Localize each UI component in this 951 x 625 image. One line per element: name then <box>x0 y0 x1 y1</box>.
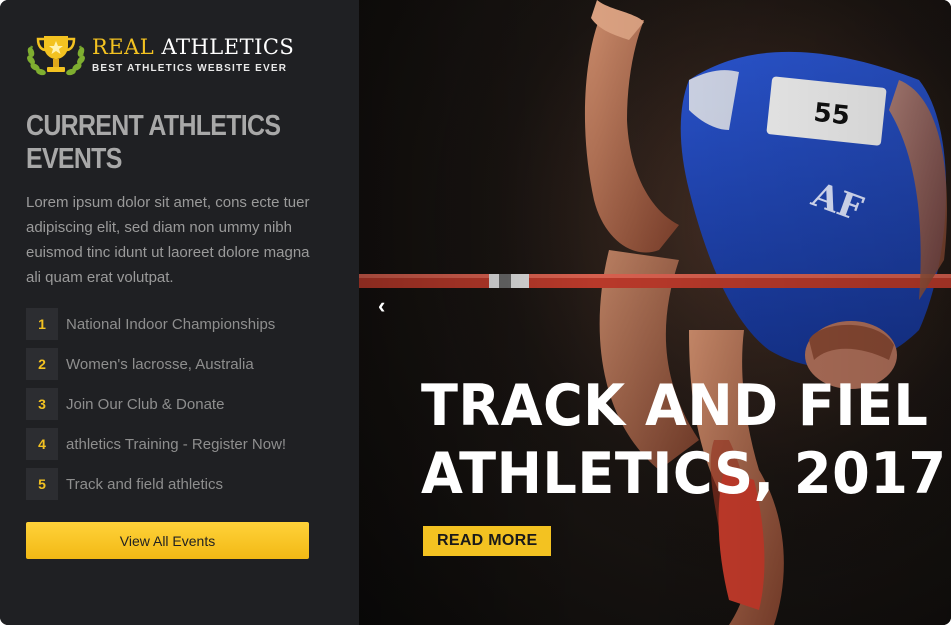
bib-number: 55 <box>812 98 851 132</box>
event-label[interactable]: Women's lacrosse, Australia <box>66 356 254 373</box>
event-number: 3 <box>26 388 58 420</box>
event-item-3[interactable]: 3 Join Our Club & Donate <box>26 388 333 420</box>
site-logo[interactable]: REAL ATHLETICS BEST ATHLETICS WEBSITE EV… <box>26 32 333 78</box>
site-title-part2: ATHLETICS <box>161 35 295 59</box>
event-number: 2 <box>26 348 58 380</box>
event-label[interactable]: Join Our Club & Donate <box>66 396 224 413</box>
page-frame: REAL ATHLETICS BEST ATHLETICS WEBSITE EV… <box>0 0 951 625</box>
event-number: 5 <box>26 468 58 500</box>
hero-title: TRACK AND FIEL ATHLETICS, 2017 <box>421 372 947 508</box>
event-item-4[interactable]: 4 athletics Training - Register Now! <box>26 428 333 460</box>
hero-title-line2: ATHLETICS, 2017 <box>421 441 947 507</box>
event-label[interactable]: Track and field athletics <box>66 476 223 493</box>
read-more-button[interactable]: READ MORE <box>423 526 552 556</box>
events-heading: CURRENT ATHLETICS EVENTS <box>26 110 281 175</box>
hero-title-line1: TRACK AND FIEL <box>421 373 929 439</box>
event-list: 1 National Indoor Championships 2 Women'… <box>26 308 333 500</box>
logo-text: REAL ATHLETICS BEST ATHLETICS WEBSITE EV… <box>92 35 294 74</box>
sidebar: REAL ATHLETICS BEST ATHLETICS WEBSITE EV… <box>0 0 359 625</box>
site-title: REAL ATHLETICS <box>92 35 294 59</box>
event-item-1[interactable]: 1 National Indoor Championships <box>26 308 333 340</box>
event-item-5[interactable]: 5 Track and field athletics <box>26 468 333 500</box>
hero-slider: 55 AF ‹ TRACK AND FIEL ATHLETICS, 2017 R… <box>359 0 951 625</box>
view-all-events-button[interactable]: View All Events <box>26 522 309 559</box>
event-item-2[interactable]: 2 Women's lacrosse, Australia <box>26 348 333 380</box>
site-title-part1: REAL <box>92 35 155 59</box>
event-number: 1 <box>26 308 58 340</box>
events-description: Lorem ipsum dolor sit amet, cons ecte tu… <box>26 194 310 286</box>
event-label[interactable]: athletics Training - Register Now! <box>66 436 286 453</box>
event-label[interactable]: National Indoor Championships <box>66 316 275 333</box>
trophy-icon <box>27 36 85 76</box>
site-tagline: BEST ATHLETICS WEBSITE EVER <box>92 63 288 74</box>
prev-slide-arrow-icon[interactable]: ‹ <box>378 294 385 318</box>
event-number: 4 <box>26 428 58 460</box>
